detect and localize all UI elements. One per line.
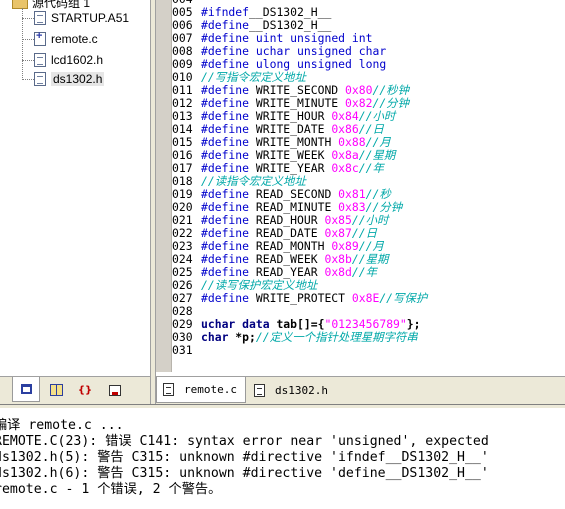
editor-gutter — [156, 0, 172, 372]
tree-item-label: lcd1602.h — [51, 53, 104, 67]
document-icon — [254, 383, 265, 397]
project-panel-tabs: {} — [0, 376, 150, 405]
tree-item-ds1302-h[interactable]: ds1302.h — [22, 70, 105, 88]
document-icon — [163, 383, 174, 396]
folder-icon — [12, 0, 28, 9]
output-line-warning[interactable]: ds1302.h(6): 警告 C315: unknown #directive… — [0, 466, 489, 482]
code-text: #define WRITE_PROTECT 0x8E//写保护 — [201, 291, 428, 305]
code-text: #ifndef__DS1302_H__ — [201, 5, 332, 19]
code-text: #define WRITE_SECOND 0x80//秒钟 — [201, 83, 409, 97]
code-text: uchar data tab[]={"0123456789"}; — [201, 317, 421, 331]
code-line[interactable]: 027 #define WRITE_PROTECT 0x8E//写保护 — [172, 292, 427, 305]
tab-project[interactable] — [12, 377, 40, 402]
code-text: #define READ_HOUR 0x85//小时 — [201, 213, 389, 227]
code-text: #define WRITE_HOUR 0x84//小时 — [201, 109, 396, 123]
tab-label: remote.c — [184, 383, 237, 396]
tree-item-startup-a51[interactable]: STARTUP.A51 — [22, 9, 129, 27]
tab-ds1302-h[interactable]: ds1302.h — [248, 377, 334, 403]
asm-file-icon — [34, 11, 46, 25]
tab-templates[interactable] — [102, 380, 128, 400]
code-text: #define WRITE_YEAR 0x8c//年 — [201, 161, 384, 175]
build-output-window[interactable]: 编译 remote.c ... REMOTE.C(23): 错误 C141: s… — [0, 408, 565, 509]
tree-item-label: ds1302.h — [51, 72, 105, 86]
output-line: 编译 remote.c ... — [0, 418, 124, 433]
tree-item-label: STARTUP.A51 — [51, 11, 130, 25]
functions-icon: {} — [77, 384, 93, 396]
code-text: #define__DS1302_H__ — [201, 18, 332, 32]
tab-remote-c[interactable]: remote.c — [156, 377, 246, 403]
tree-item-remote-c[interactable]: remote.c — [22, 30, 98, 48]
tab-label: ds1302.h — [275, 383, 328, 397]
code-line[interactable]: 031 — [172, 344, 201, 357]
code-text: //读写保护宏定义地址 — [201, 278, 318, 292]
line-number: 031 — [172, 343, 193, 357]
project-icon — [20, 384, 32, 394]
tree-item-label: remote.c — [51, 32, 98, 46]
c-file-icon — [34, 30, 46, 46]
books-icon — [49, 384, 63, 396]
code-text: #define WRITE_WEEK 0x8a//星期 — [201, 148, 396, 162]
code-text: //写指令宏定义地址 — [201, 70, 306, 84]
code-text: #define READ_DATE 0x87//日 — [201, 226, 378, 240]
code-text: #define ulong unsigned long — [201, 57, 387, 71]
templates-icon — [109, 384, 121, 396]
header-file-icon — [34, 53, 46, 67]
code-text: #define READ_MINUTE 0x83//分钟 — [201, 200, 403, 214]
code-editor[interactable]: 004005#ifndef__DS1302_H__006#define__DS1… — [156, 0, 565, 372]
output-line-error[interactable]: REMOTE.C(23): 错误 C141: syntax error near… — [0, 434, 489, 450]
code-text: #define WRITE_DATE 0x86//日 — [201, 122, 384, 136]
code-text: #define WRITE_MINUTE 0x82//分钟 — [201, 96, 409, 110]
code-text: #define READ_YEAR 0x8d//年 — [201, 265, 378, 279]
code-text: //读指令宏定义地址 — [201, 174, 306, 188]
code-text: #define READ_WEEK 0x8b//星期 — [201, 252, 389, 266]
code-text: #define WRITE_MONTH 0x88//月 — [201, 135, 391, 149]
header-file-icon — [34, 72, 46, 86]
code-text: #define uchar unsigned char — [201, 44, 387, 58]
editor-tab-strip: remote.c ds1302.h — [156, 376, 565, 405]
code-text: #define READ_SECOND 0x81//秒 — [201, 187, 391, 201]
tab-functions[interactable]: {} — [72, 380, 98, 400]
code-text: #define uint unsigned int — [201, 31, 373, 45]
tab-books[interactable] — [43, 380, 69, 400]
code-text: #define READ_MONTH 0x89//月 — [201, 239, 384, 253]
output-line-summary: remote.c - 1 个错误, 2 个警告。 — [0, 482, 222, 497]
code-line[interactable]: 030 char *p;//定义一个指针处理星期字符串 — [172, 331, 418, 344]
output-line-warning[interactable]: ds1302.h(5): 警告 C315: unknown #directive… — [0, 450, 489, 466]
project-panel: 源代码组 1 STARTUP.A51 remote.c lcd1602.h ds… — [0, 0, 150, 372]
tree-item-lcd1602-h[interactable]: lcd1602.h — [22, 51, 103, 69]
code-text: char *p;//定义一个指针处理星期字符串 — [201, 330, 418, 344]
